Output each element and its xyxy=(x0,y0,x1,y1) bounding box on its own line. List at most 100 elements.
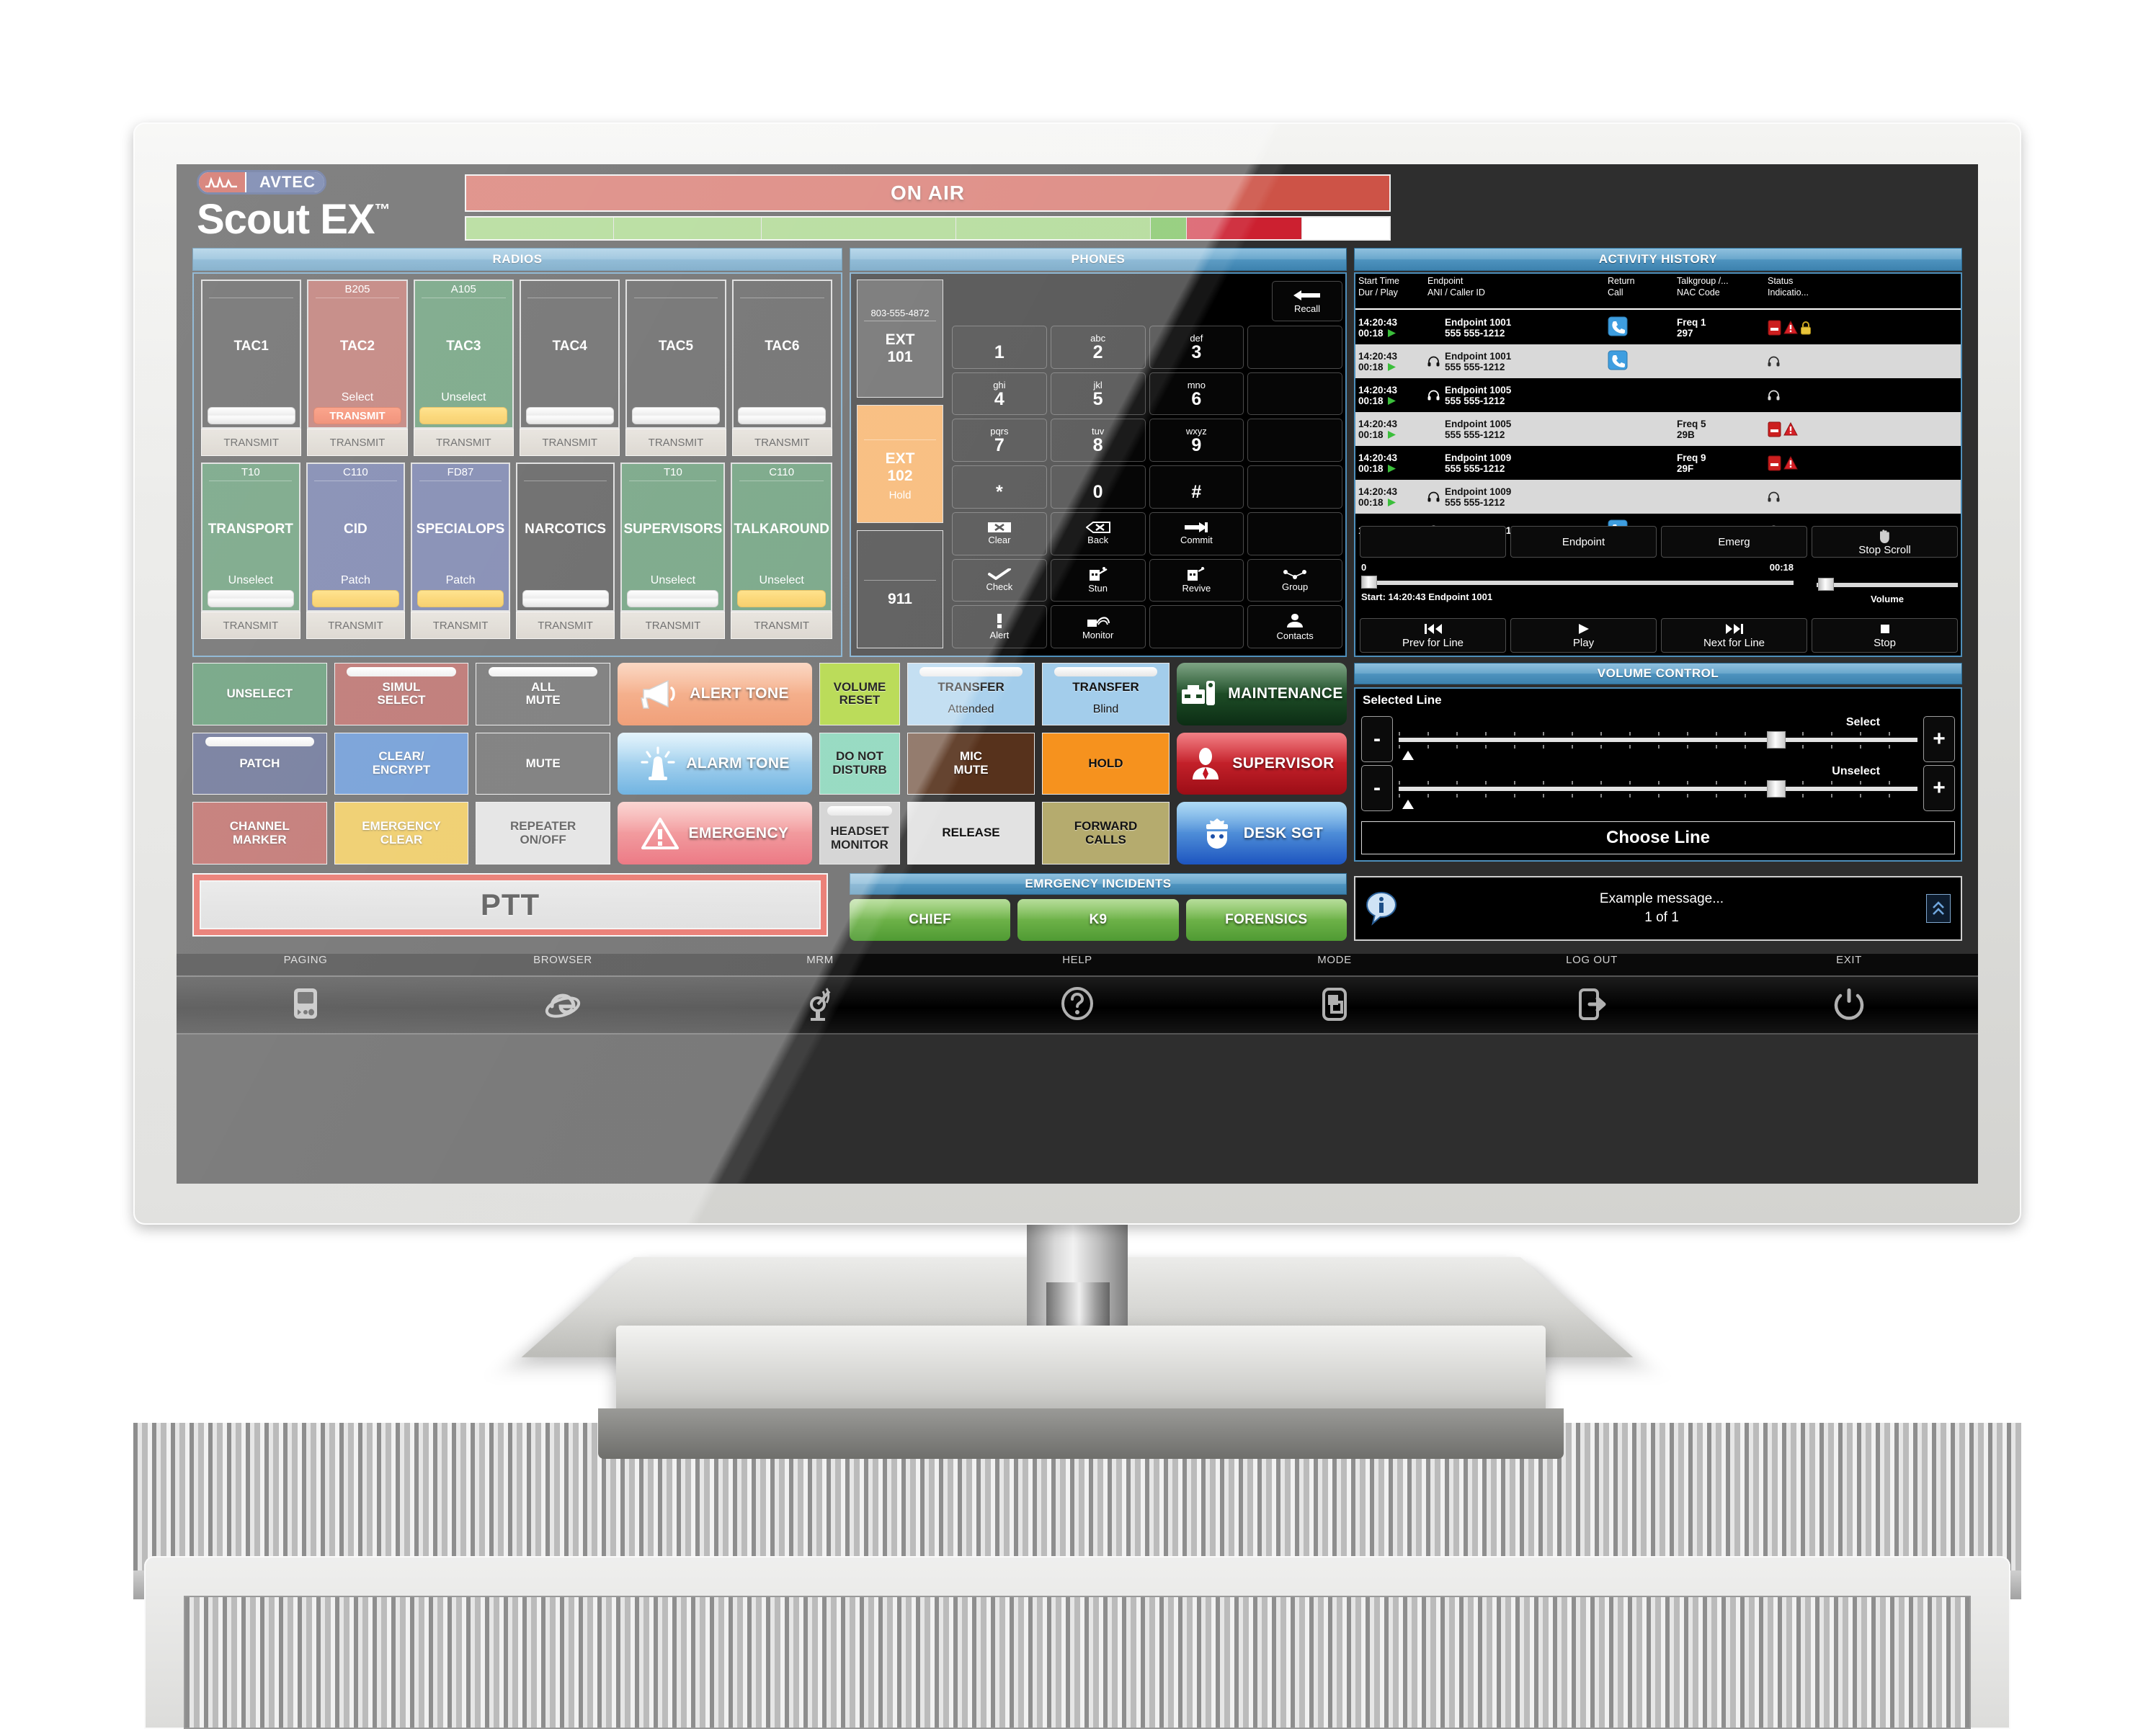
volume-slider-track-wrap[interactable]: Unselect xyxy=(1399,765,1917,811)
volume-increase-button[interactable]: + xyxy=(1923,716,1955,762)
radio-control-button[interactable]: CLEAR/ENCRYPT xyxy=(334,732,469,795)
radio-status-bar[interactable] xyxy=(419,407,508,424)
keypad-key[interactable]: 0 xyxy=(1050,465,1146,509)
activity-filter-button[interactable] xyxy=(1360,526,1506,558)
radio-channel-button[interactable]: FD87 SPECIAL OPS Patch xyxy=(411,463,510,612)
tone-button[interactable]: ALERT TONE xyxy=(618,663,812,725)
tone-button[interactable]: EMERGENCY xyxy=(618,802,812,864)
toolbar-button[interactable] xyxy=(1005,987,1149,1024)
play-row-icon[interactable] xyxy=(1387,498,1396,507)
return-call-icon[interactable] xyxy=(1608,350,1628,370)
radio-channel-button[interactable]: C110 TALK AROUND Unselect xyxy=(731,463,832,612)
radio-transmit-button[interactable]: TRANSMIT xyxy=(306,612,406,639)
tone-button[interactable]: ALARM TONE xyxy=(618,732,812,795)
keypad-key[interactable]: 1 xyxy=(952,326,1047,369)
radio-status-bar[interactable] xyxy=(632,407,720,424)
scrub-handle[interactable] xyxy=(1361,576,1377,589)
keypad-function-key[interactable]: Group xyxy=(1247,558,1342,602)
playback-button[interactable]: Play xyxy=(1510,618,1657,653)
keypad-blank-key[interactable] xyxy=(1247,465,1342,509)
utility-button[interactable]: HEADSET MONITOR xyxy=(819,802,900,864)
keypad-blank-key[interactable] xyxy=(1247,326,1342,369)
radio-status-bar[interactable] xyxy=(416,590,504,607)
keypad-blank-key[interactable] xyxy=(1247,372,1342,416)
radio-transmit-button[interactable]: TRANSMIT xyxy=(620,612,726,639)
activity-filter-button[interactable]: Endpoint xyxy=(1510,526,1657,558)
radio-transmit-button[interactable]: TRANSMIT xyxy=(201,429,302,456)
keypad-function-key[interactable]: Stun xyxy=(1050,558,1146,602)
message-box[interactable]: Example message... 1 of 1 xyxy=(1354,876,1962,941)
keypad-key[interactable]: wxyz 9 xyxy=(1149,419,1244,463)
phone-control-button[interactable]: TRANSFER Attended xyxy=(907,663,1035,725)
phone-control-button[interactable]: FORWARD CALLS xyxy=(1042,802,1170,864)
radio-channel-button[interactable]: A105 TAC 3 Unselect xyxy=(413,280,514,429)
role-button[interactable]: MAINTENANCE xyxy=(1177,663,1347,725)
phone-control-button[interactable]: TRANSFER Blind xyxy=(1042,663,1170,725)
volume-decrease-button[interactable]: - xyxy=(1361,765,1393,811)
keypad-key[interactable]: pqrs 7 xyxy=(952,419,1047,463)
radio-status-bar[interactable] xyxy=(207,407,295,424)
role-button[interactable]: SUPERVISOR xyxy=(1177,732,1347,795)
table-row[interactable]: 14:20:43 00:18 Endpoint 1005 555 555-121… xyxy=(1355,378,1961,412)
keypad-blank-key[interactable] xyxy=(1149,605,1244,648)
radio-control-button[interactable]: MUTE xyxy=(476,732,610,795)
message-expand-button[interactable] xyxy=(1926,894,1951,923)
keypad-key[interactable]: mno 6 xyxy=(1149,372,1244,416)
radio-status-bar[interactable] xyxy=(207,590,294,607)
phone-line-button[interactable]: 803-555-4872 EXT 101 xyxy=(857,280,943,398)
role-button[interactable]: DESK SGT xyxy=(1177,802,1347,864)
radio-transmit-button[interactable]: TRANSMIT xyxy=(201,612,300,639)
keypad-key[interactable]: * xyxy=(952,465,1047,509)
keypad-key[interactable]: ghi 4 xyxy=(952,372,1047,416)
radio-channel-button[interactable]: NARCOTICS xyxy=(515,463,615,612)
radio-channel-button[interactable]: TAC 1 xyxy=(201,280,302,429)
recall-button[interactable]: Recall xyxy=(1272,281,1342,321)
keypad-function-key[interactable]: Contacts xyxy=(1247,605,1342,648)
activity-filter-button[interactable]: Stop Scroll xyxy=(1812,526,1958,558)
keypad-function-key[interactable]: Clear xyxy=(952,511,1047,555)
radio-channel-button[interactable]: TAC 4 xyxy=(519,280,620,429)
keypad-key[interactable]: abc 2 xyxy=(1050,326,1146,369)
phone-control-button[interactable]: HOLD xyxy=(1042,732,1170,795)
radio-channel-button[interactable]: C110 CID Patch xyxy=(306,463,406,612)
radio-transmit-button[interactable]: TRANSMIT xyxy=(413,429,514,456)
emergency-incident-button[interactable]: K9 xyxy=(1017,899,1179,941)
emergency-incident-button[interactable]: CHIEF xyxy=(850,899,1011,941)
choose-line-button[interactable]: Choose Line xyxy=(1361,821,1955,854)
toolbar-button[interactable] xyxy=(1777,987,1921,1025)
table-row[interactable]: 14:20:43 00:18 Endpoint 1001 555 555-121… xyxy=(1355,344,1961,378)
keypad-function-key[interactable]: Monitor xyxy=(1050,605,1146,648)
toolbar-button[interactable] xyxy=(1262,987,1407,1025)
keypad-key[interactable]: tuv 8 xyxy=(1050,419,1146,463)
utility-button[interactable]: DO NOT DISTURB xyxy=(819,732,900,795)
radio-control-button[interactable]: CHANNEL MARKER xyxy=(192,802,327,864)
radio-status-bar[interactable] xyxy=(522,590,609,607)
radio-status-bar[interactable] xyxy=(525,407,614,424)
radio-control-button[interactable]: EMERGENCY CLEAR xyxy=(334,802,469,864)
return-call-icon[interactable] xyxy=(1608,316,1628,336)
play-row-icon[interactable] xyxy=(1387,430,1396,439)
table-row[interactable]: 14:20:43 00:18 Endpoint 1001 555 555-121… xyxy=(1355,310,1961,344)
radio-channel-button[interactable]: TAC 6 xyxy=(731,280,832,429)
keypad-blank-key[interactable] xyxy=(1247,419,1342,463)
radio-transmit-button[interactable]: TRANSMIT xyxy=(731,612,832,639)
radio-channel-button[interactable]: T10 TRANSPORT Unselect xyxy=(201,463,300,612)
emergency-incident-button[interactable]: FORENSICS xyxy=(1185,899,1347,941)
radio-channel-button[interactable]: TAC 5 xyxy=(625,280,726,429)
keypad-function-key[interactable]: Check xyxy=(952,558,1047,602)
toolbar-button[interactable] xyxy=(491,987,635,1024)
play-row-icon[interactable] xyxy=(1387,396,1396,406)
keypad-function-key[interactable]: Revive xyxy=(1149,558,1244,602)
radio-channel-button[interactable]: T10 SUPERVISORS Unselect xyxy=(620,463,726,612)
utility-button[interactable]: VOLUME RESET xyxy=(819,663,900,725)
phone-control-button[interactable]: MIC MUTE xyxy=(907,732,1035,795)
keypad-blank-key[interactable] xyxy=(1247,511,1342,555)
volume-slider-handle[interactable] xyxy=(1767,731,1786,749)
playback-scrubber[interactable]: 0 00:18 Start: 14:20:43 Endpoint 1001 xyxy=(1361,562,1794,602)
radio-transmit-button[interactable]: TRANSMIT xyxy=(625,429,726,456)
volume-decrease-button[interactable]: - xyxy=(1361,716,1393,762)
table-row[interactable]: 14:20:43 00:18 Endpoint 1009 555 555-121… xyxy=(1355,446,1961,480)
playback-button[interactable]: Next for Line xyxy=(1661,618,1807,653)
keypad-key[interactable]: # xyxy=(1149,465,1244,509)
radio-status-bar[interactable]: TRANSMIT xyxy=(313,407,401,424)
